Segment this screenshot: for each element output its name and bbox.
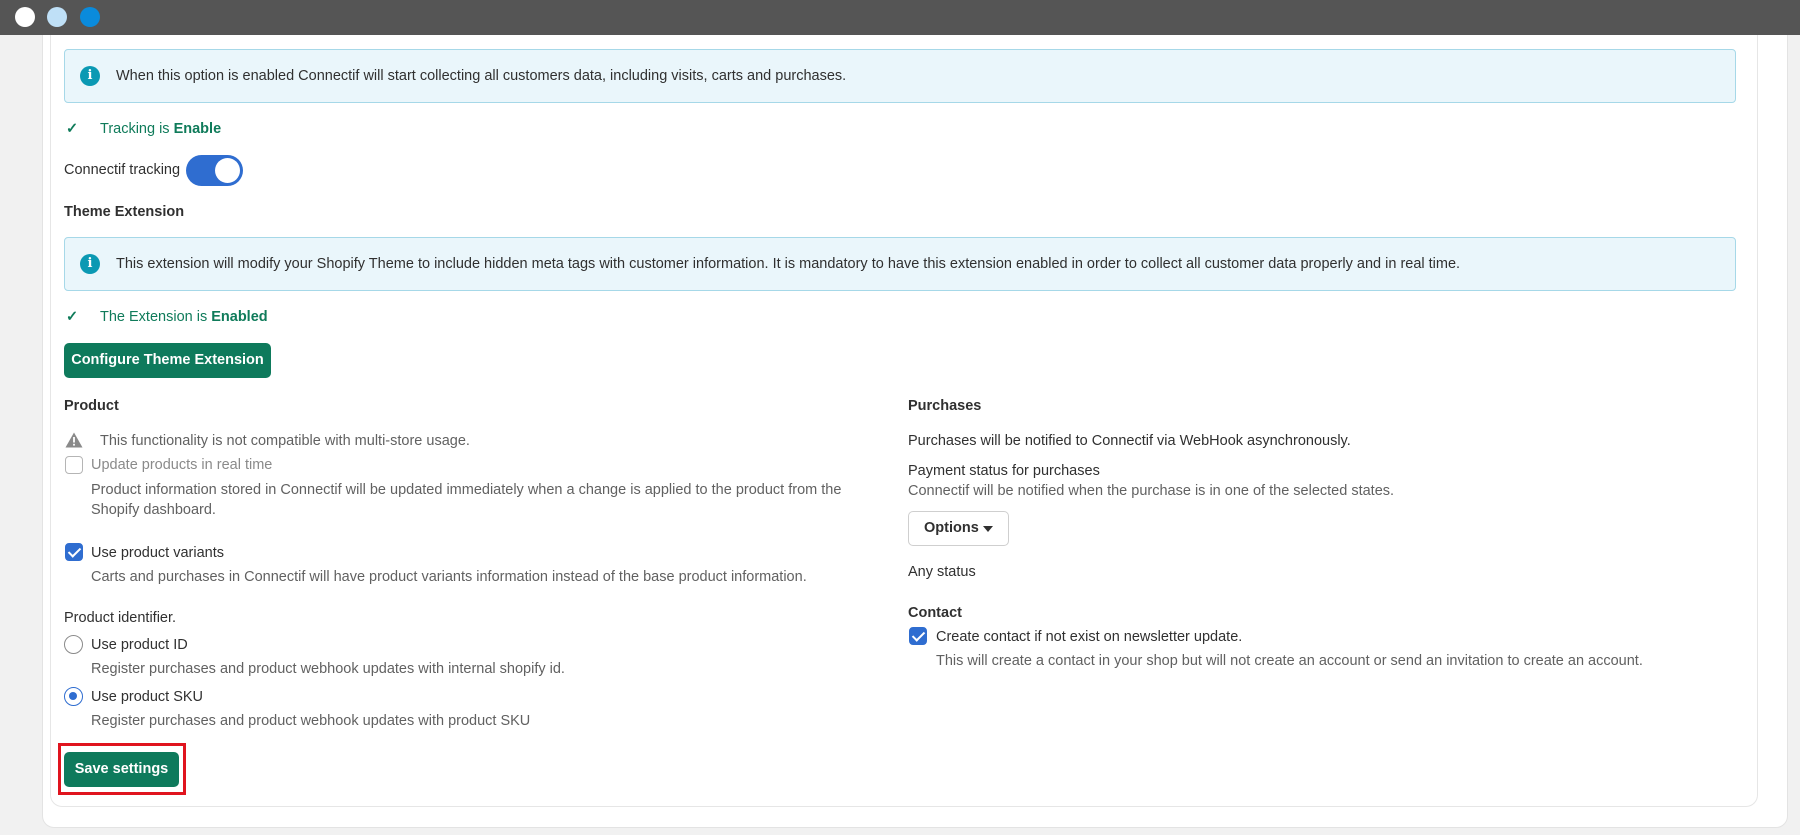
- use-product-sku-radio[interactable]: [64, 687, 83, 706]
- create-contact-help: This will create a contact in your shop …: [936, 653, 1643, 669]
- caret-down-icon: [983, 526, 993, 532]
- tracking-status: ✓ Tracking is Enable: [66, 121, 221, 137]
- tracking-info-banner: i When this option is enabled Connectif …: [64, 49, 1736, 103]
- use-product-sku-help: Register purchases and product webhook u…: [91, 713, 531, 729]
- create-contact-checkbox[interactable]: [909, 627, 927, 645]
- check-icon: ✓: [66, 121, 79, 137]
- check-icon: ✓: [66, 309, 79, 325]
- options-label: Options: [924, 520, 979, 536]
- update-realtime-label: Update products in real time: [91, 457, 273, 473]
- contact-heading: Contact: [908, 605, 962, 621]
- tracking-status-value: Enable: [173, 121, 222, 137]
- multistore-warning: This functionality is not compatible wit…: [100, 433, 470, 449]
- toggle-knob: [215, 158, 240, 183]
- use-variants-help: Carts and purchases in Connectif will ha…: [91, 569, 807, 585]
- tracking-toggle[interactable]: [186, 155, 243, 186]
- tracking-info-text: When this option is enabled Connectif wi…: [116, 68, 847, 84]
- use-variants-checkbox[interactable]: [65, 543, 83, 561]
- use-product-sku-label: Use product SKU: [91, 689, 204, 705]
- info-icon: i: [80, 66, 100, 86]
- payment-status-options-dropdown[interactable]: Options: [908, 511, 1009, 546]
- use-product-id-help: Register purchases and product webhook u…: [91, 661, 565, 677]
- theme-extension-info-text: This extension will modify your Shopify …: [116, 256, 1461, 272]
- window-maximize-button[interactable]: [80, 7, 100, 27]
- purchases-heading: Purchases: [908, 398, 982, 414]
- update-realtime-checkbox[interactable]: [65, 456, 83, 474]
- configure-theme-extension-button[interactable]: Configure Theme Extension: [64, 343, 271, 378]
- product-identifier-label: Product identifier.: [64, 610, 177, 626]
- window-minimize-button[interactable]: [47, 7, 67, 27]
- update-realtime-help: Product information stored in Connectif …: [91, 482, 842, 518]
- info-icon: i: [80, 254, 100, 274]
- extension-status-value: Enabled: [211, 309, 268, 325]
- use-variants-label: Use product variants: [91, 545, 224, 561]
- use-product-id-label: Use product ID: [91, 637, 188, 653]
- tracking-status-prefix: Tracking is: [100, 121, 170, 137]
- payment-status-label: Payment status for purchases: [908, 463, 1100, 479]
- product-heading: Product: [64, 398, 119, 414]
- theme-extension-heading: Theme Extension: [64, 204, 185, 220]
- extension-status: ✓ The Extension is Enabled: [66, 309, 268, 325]
- settings-card: [50, 35, 1758, 807]
- save-button-highlight: [58, 743, 186, 795]
- warning-icon: [65, 432, 83, 448]
- purchases-description: Purchases will be notified to Connectif …: [908, 433, 1351, 449]
- window-close-button[interactable]: [15, 7, 35, 27]
- payment-status-help: Connectif will be notified when the purc…: [908, 483, 1395, 499]
- tracking-toggle-label: Connectif tracking: [64, 162, 181, 178]
- extension-status-prefix: The Extension is: [100, 309, 208, 325]
- use-product-id-radio[interactable]: [64, 635, 83, 654]
- theme-extension-info-banner: i This extension will modify your Shopif…: [64, 237, 1736, 291]
- window-titlebar: [0, 0, 1800, 35]
- payment-status-selected: Any status: [908, 564, 976, 580]
- create-contact-label: Create contact if not exist on newslette…: [936, 629, 1243, 645]
